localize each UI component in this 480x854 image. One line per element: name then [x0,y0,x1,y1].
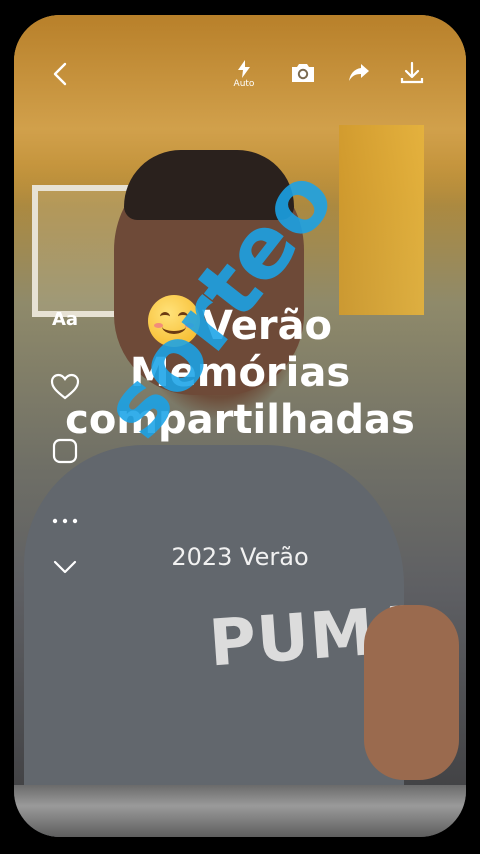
camera-icon[interactable] [289,60,317,86]
photo-pillar [339,125,424,315]
top-toolbar: Auto [14,15,466,105]
photo-bottom-strip [14,785,466,837]
download-icon[interactable] [399,59,425,87]
memory-subtitle: 2023 Verão [171,543,309,571]
flash-icon [238,59,250,78]
photo-thumb [364,605,459,780]
photo-frame: PUMA Auto Aa Verão Memórias compartilhad… [14,15,466,837]
back-arrow-icon[interactable] [48,60,72,88]
more-icon[interactable] [50,513,80,529]
flash-mode-label: Auto [233,78,255,89]
flash-button[interactable]: Auto [228,57,260,91]
title-line-3: compartilhadas [65,397,415,443]
share-icon[interactable] [346,61,372,85]
